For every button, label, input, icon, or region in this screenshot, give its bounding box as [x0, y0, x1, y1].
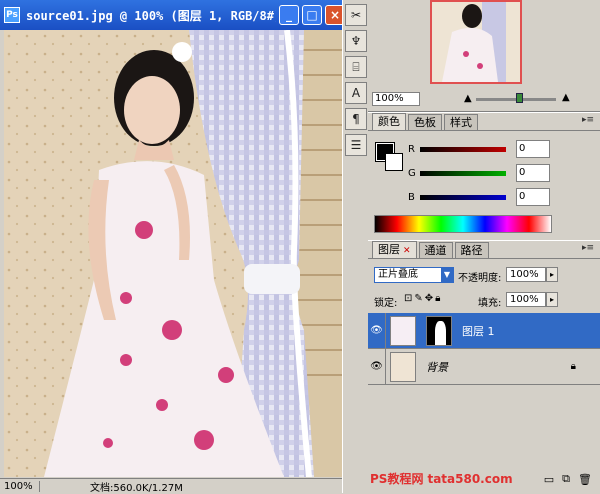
- blend-mode-value: 正片叠底: [378, 269, 418, 280]
- color-panel-tabs: 颜色 色板 样式 ▸≡: [368, 113, 600, 131]
- new-layer-icon[interactable]: ⧉: [562, 472, 570, 486]
- navigator-zoom-field[interactable]: 100%: [372, 92, 420, 106]
- document-title: source01.jpg @ 100% (图层 1, RGB/8#): [26, 8, 276, 23]
- new-group-icon[interactable]: ▭: [544, 473, 554, 486]
- layer-row-layer1[interactable]: 👁︎ 图层 1: [368, 312, 600, 349]
- layers-panel-menu-icon[interactable]: ▸≡: [582, 243, 594, 253]
- navigator-preview: [432, 2, 520, 82]
- green-channel-row: G 0: [408, 163, 588, 183]
- document-statusbar: 100% 文档:560.0K/1.27M: [0, 478, 350, 494]
- document-window: Ps source01.jpg @ 100% (图层 1, RGB/8#) _ …: [0, 0, 350, 494]
- document-titlebar[interactable]: Ps source01.jpg @ 100% (图层 1, RGB/8#) _ …: [0, 0, 349, 30]
- fill-arrow-icon[interactable]: ▸: [546, 292, 558, 307]
- minimize-button[interactable]: _: [279, 5, 299, 25]
- opacity-label: 不透明度:: [458, 273, 502, 284]
- fill-label: 填充:: [478, 298, 502, 309]
- navigator-thumbnail[interactable]: [430, 0, 522, 84]
- brush-preset-icon[interactable]: ♆: [345, 30, 367, 52]
- opacity-field[interactable]: 100%: [506, 267, 546, 282]
- trash-icon[interactable]: 🗑︎: [578, 473, 592, 486]
- zoom-in-icon[interactable]: ▲: [562, 92, 570, 103]
- layers-panel-tabs: 图层 ✕ 通道 路径 ▸≡: [368, 241, 600, 259]
- color-panel: 颜色 色板 样式 ▸≡ R 0 G 0 B 0: [368, 112, 600, 240]
- photoshop-doc-icon: Ps: [4, 7, 20, 23]
- blue-slider[interactable]: [420, 194, 506, 200]
- color-spectrum-bar[interactable]: [374, 215, 552, 233]
- layer-thumbnail[interactable]: [390, 351, 416, 382]
- lock-transparency-icon[interactable]: ⊡: [404, 293, 412, 304]
- layer-thumbnail[interactable]: [390, 315, 416, 346]
- navigator-panel: 100% ▲ ▲: [368, 0, 600, 112]
- layer-row-background[interactable]: 👁︎ 背景 🔒︎: [368, 348, 600, 385]
- zoom-out-icon[interactable]: ▲: [464, 93, 472, 104]
- status-zoom[interactable]: 100%: [0, 480, 40, 492]
- layer-name[interactable]: 图层 1: [462, 323, 495, 339]
- info-icon[interactable]: ☰: [345, 134, 367, 156]
- image-canvas[interactable]: [4, 30, 346, 477]
- layer-mask-thumbnail[interactable]: [426, 315, 452, 346]
- opacity-arrow-icon[interactable]: ▸: [546, 267, 558, 282]
- tab-channels[interactable]: 通道: [418, 242, 453, 258]
- tool-preset-icon[interactable]: ⌸: [345, 56, 367, 78]
- green-value-field[interactable]: 0: [516, 164, 550, 182]
- blue-value-field[interactable]: 0: [516, 188, 550, 206]
- navigator-slider-knob[interactable]: [516, 93, 523, 103]
- panel-menu-icon[interactable]: ▸≡: [582, 115, 594, 125]
- character-icon[interactable]: A: [345, 82, 367, 104]
- tab-layers-label: 图层: [378, 243, 400, 256]
- red-slider[interactable]: [420, 146, 506, 152]
- lock-move-icon[interactable]: ✥: [425, 293, 433, 304]
- blend-mode-select[interactable]: 正片叠底 ▼: [374, 267, 454, 283]
- lock-paint-icon[interactable]: ✎: [414, 293, 422, 304]
- tab-paths[interactable]: 路径: [454, 242, 489, 258]
- layers-bottom-bar: ▭ ⧉ 🗑︎: [368, 468, 600, 490]
- tab-layers[interactable]: 图层 ✕: [372, 241, 417, 258]
- tab-styles[interactable]: 样式: [444, 114, 478, 130]
- lock-icon: 🔒︎: [570, 361, 576, 372]
- green-label: G: [408, 167, 416, 179]
- paragraph-icon[interactable]: ¶: [345, 108, 367, 130]
- right-panels: 100% ▲ ▲ 颜色 色板 样式 ▸≡ R 0 G 0 B 0 图层 ✕ 通道…: [368, 0, 600, 493]
- chevron-down-icon[interactable]: ▼: [441, 268, 453, 282]
- green-slider[interactable]: [420, 170, 506, 176]
- red-channel-row: R 0: [408, 139, 588, 159]
- tab-swatches[interactable]: 色板: [408, 114, 442, 130]
- eye-icon[interactable]: 👁︎: [368, 312, 386, 349]
- photo-illustration: [4, 30, 346, 477]
- lock-label: 锁定:: [374, 298, 398, 309]
- red-label: R: [408, 143, 415, 155]
- fill-field[interactable]: 100%: [506, 292, 546, 307]
- blue-label: B: [408, 191, 415, 203]
- background-color-swatch[interactable]: [385, 153, 403, 171]
- layer-name[interactable]: 背景: [426, 359, 448, 375]
- eye-icon[interactable]: 👁︎: [368, 348, 386, 385]
- tab-color[interactable]: 颜色: [372, 113, 406, 130]
- layers-panel: 图层 ✕ 通道 路径 ▸≡ 正片叠底 ▼ 不透明度: 100% ▸ 锁定: ⊡ ✎…: [368, 240, 600, 493]
- red-value-field[interactable]: 0: [516, 140, 550, 158]
- lock-all-icon[interactable]: 🔒︎: [435, 293, 440, 304]
- lock-icons: ⊡ ✎ ✥ 🔒︎: [404, 293, 441, 304]
- blue-channel-row: B 0: [408, 187, 588, 207]
- scissors-icon[interactable]: ✂: [345, 4, 367, 26]
- maximize-button[interactable]: □: [302, 5, 322, 25]
- status-doc-size: 文档:560.0K/1.27M: [90, 482, 183, 494]
- close-tab-icon[interactable]: ✕: [403, 246, 411, 256]
- palette-tool-strip: ✂ ♆ ⌸ A ¶ ☰: [342, 0, 368, 493]
